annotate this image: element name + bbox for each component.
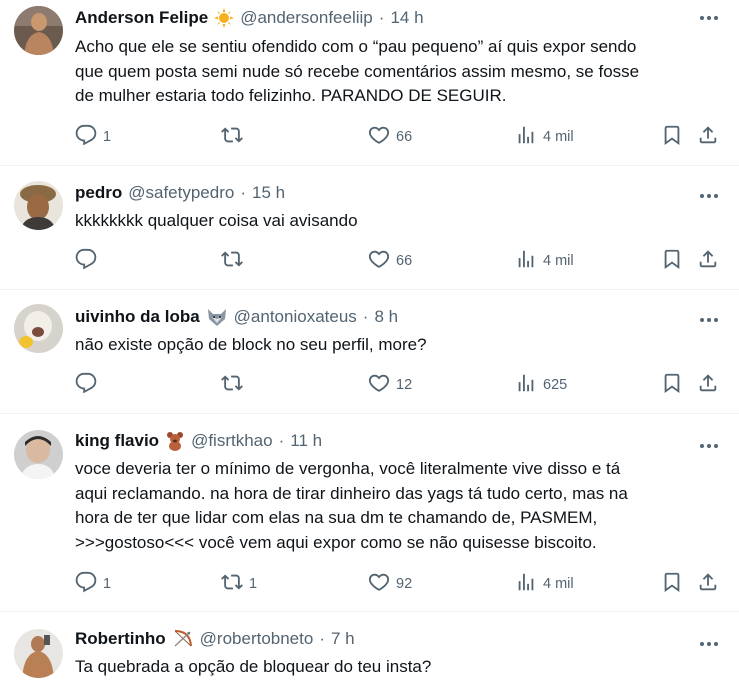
- retweet-button[interactable]: [221, 125, 249, 149]
- reply-icon: [75, 372, 97, 398]
- bookmark-icon: [661, 571, 683, 597]
- timestamp[interactable]: 11 h: [290, 429, 322, 453]
- share-icon: [697, 571, 719, 597]
- like-count: 66: [396, 129, 413, 145]
- tweet-header: uivinho da loba @antonioxateus · 8 h: [75, 305, 398, 329]
- reply-button[interactable]: 1: [75, 571, 112, 597]
- views-icon: [515, 571, 537, 597]
- timestamp[interactable]: 8 h: [374, 305, 398, 329]
- teddy-bear-emoji-icon: [165, 431, 185, 451]
- reply-icon: [75, 248, 97, 274]
- retweet-button[interactable]: [221, 249, 249, 273]
- share-button[interactable]: [697, 373, 719, 397]
- retweet-button[interactable]: 1: [221, 572, 257, 596]
- wolf-emoji-icon: [206, 307, 228, 327]
- heart-icon: [368, 571, 390, 597]
- tweet-header: king flavio @fisrtkhao · 11 h: [75, 429, 322, 453]
- author-handle[interactable]: @antonioxateus: [234, 305, 357, 329]
- reply-tweet[interactable]: Anderson Felipe @andersonfeeliip · 14 h …: [0, 0, 739, 166]
- reply-button[interactable]: [75, 248, 103, 274]
- more-options-icon[interactable]: [697, 186, 721, 206]
- author-handle[interactable]: @andersonfeeliip: [240, 6, 373, 30]
- retweet-button[interactable]: [221, 373, 249, 397]
- reply-button[interactable]: [75, 372, 103, 398]
- retweet-icon: [221, 248, 243, 274]
- views-button[interactable]: 4 mil: [515, 249, 574, 273]
- retweet-count: 1: [249, 576, 258, 592]
- author-handle[interactable]: @safetypedro: [128, 181, 234, 205]
- views-icon: [515, 248, 537, 274]
- share-icon: [697, 372, 719, 398]
- timestamp[interactable]: 15 h: [252, 181, 285, 205]
- share-button[interactable]: [697, 249, 719, 273]
- retweet-icon: [221, 571, 243, 597]
- avatar[interactable]: [14, 181, 63, 230]
- bookmark-button[interactable]: [661, 373, 683, 397]
- bookmark-icon: [661, 372, 683, 398]
- action-bar: 66 4 mil: [75, 248, 723, 274]
- action-bar: 12 625: [75, 372, 723, 398]
- author-name[interactable]: uivinho da loba: [75, 305, 200, 329]
- reply-count: 1: [103, 129, 112, 145]
- timestamp[interactable]: 7 h: [331, 627, 355, 651]
- heart-icon: [368, 124, 390, 150]
- share-button[interactable]: [697, 572, 719, 596]
- reply-button[interactable]: 1: [75, 124, 112, 150]
- bookmark-button[interactable]: [661, 125, 683, 149]
- views-count: 625: [543, 377, 568, 393]
- views-button[interactable]: 4 mil: [515, 572, 574, 596]
- bookmark-button[interactable]: [661, 572, 683, 596]
- tweet-header: pedro @safetypedro · 15 h: [75, 181, 285, 205]
- views-count: 4 mil: [543, 129, 574, 145]
- views-button[interactable]: 4 mil: [515, 125, 574, 149]
- action-bar: 1 1 92 4 mil: [75, 571, 723, 597]
- author-name[interactable]: Anderson Felipe: [75, 6, 208, 30]
- author-name[interactable]: king flavio: [75, 429, 159, 453]
- share-icon: [697, 248, 719, 274]
- tweet-header: Anderson Felipe @andersonfeeliip · 14 h: [75, 6, 424, 30]
- more-options-icon[interactable]: [697, 634, 721, 654]
- views-button[interactable]: 625: [515, 373, 567, 397]
- avatar[interactable]: [14, 430, 63, 479]
- tweet-text: Acho que ele se sentiu ofendido com o “p…: [75, 37, 640, 105]
- reply-icon: [75, 124, 97, 150]
- bookmark-icon: [661, 248, 683, 274]
- avatar[interactable]: [14, 6, 63, 55]
- heart-icon: [368, 372, 390, 398]
- bookmark-button[interactable]: [661, 249, 683, 273]
- timestamp[interactable]: 14 h: [390, 6, 423, 30]
- reply-count: 1: [103, 576, 112, 592]
- share-icon: [697, 124, 719, 150]
- sun-emoji-icon: [214, 8, 235, 28]
- author-handle[interactable]: @robertobneto: [200, 627, 314, 651]
- heart-icon: [368, 248, 390, 274]
- like-button[interactable]: 12: [368, 373, 412, 397]
- tweet-header: Robertinho @robertobneto · 7 h: [75, 627, 355, 651]
- bookmark-icon: [661, 124, 683, 150]
- views-count: 4 mil: [543, 253, 574, 269]
- views-count: 4 mil: [543, 576, 574, 592]
- author-name[interactable]: pedro: [75, 181, 122, 205]
- like-button[interactable]: 66: [368, 249, 412, 273]
- like-count: 66: [396, 253, 413, 269]
- bow-and-arrow-emoji-icon: [172, 629, 194, 649]
- more-options-icon[interactable]: [697, 310, 721, 330]
- like-count: 92: [396, 576, 413, 592]
- views-icon: [515, 372, 537, 398]
- action-bar: 1 66 4 mil: [75, 124, 723, 150]
- share-button[interactable]: [697, 125, 719, 149]
- views-icon: [515, 124, 537, 150]
- avatar[interactable]: [14, 629, 63, 678]
- more-options-icon[interactable]: [697, 436, 721, 456]
- author-name[interactable]: Robertinho: [75, 627, 166, 651]
- like-button[interactable]: 66: [368, 125, 412, 149]
- reply-icon: [75, 571, 97, 597]
- avatar[interactable]: [14, 304, 63, 353]
- retweet-icon: [221, 124, 243, 150]
- retweet-icon: [221, 372, 243, 398]
- author-handle[interactable]: @fisrtkhao: [191, 429, 273, 453]
- like-button[interactable]: 92: [368, 572, 412, 596]
- more-options-icon[interactable]: [697, 8, 721, 28]
- like-count: 12: [396, 377, 413, 393]
